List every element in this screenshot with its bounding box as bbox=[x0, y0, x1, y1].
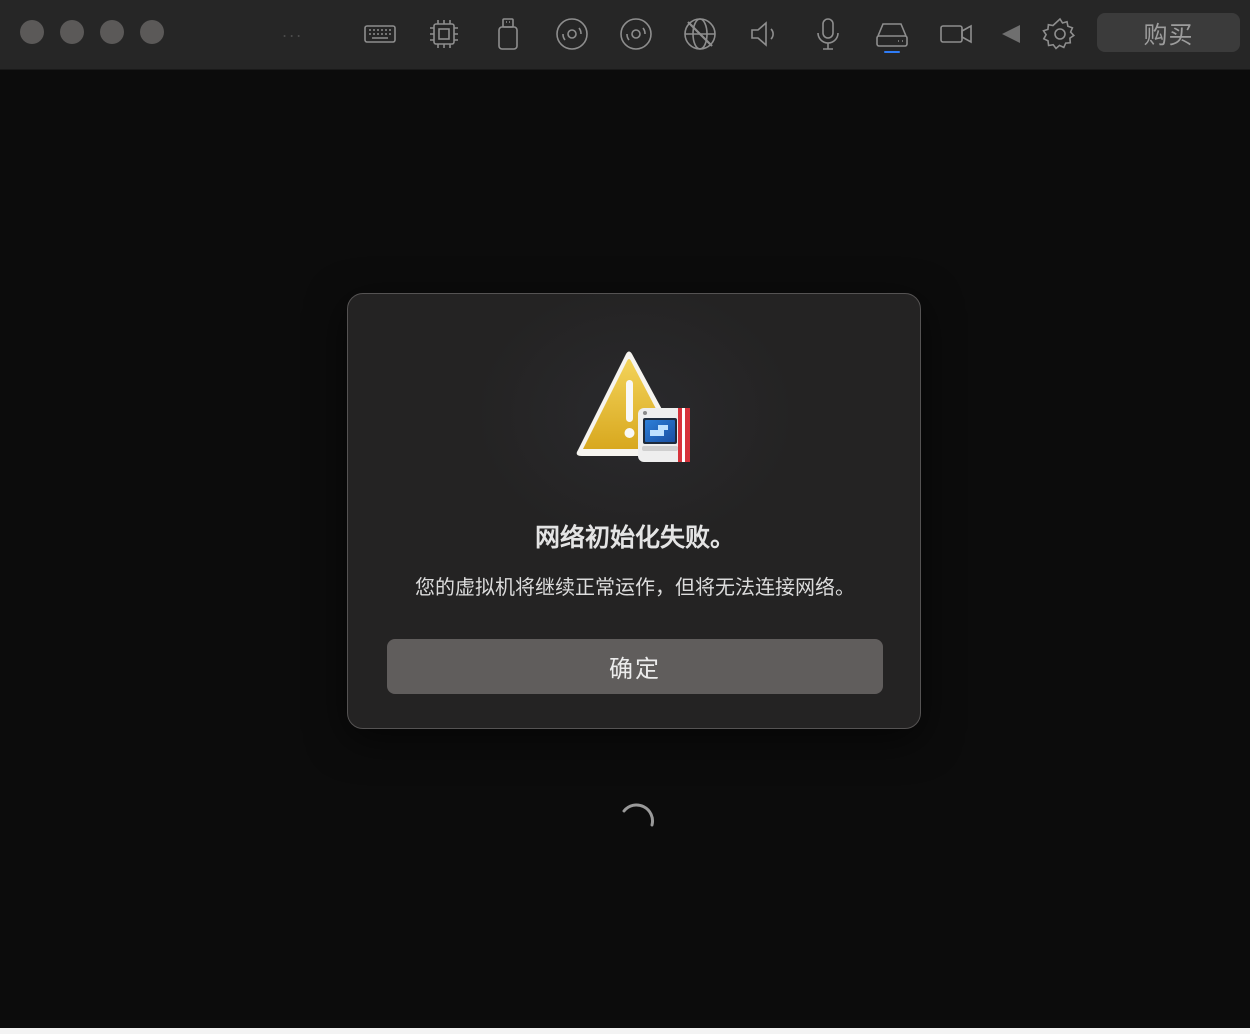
keyboard-button[interactable] bbox=[360, 14, 400, 54]
hard-drive-icon bbox=[876, 23, 908, 47]
active-tool-indicator bbox=[884, 51, 900, 53]
camera-icon bbox=[940, 24, 972, 44]
loading-spinner-icon bbox=[622, 803, 654, 827]
minimize-window-button[interactable] bbox=[60, 20, 84, 44]
play-back-button[interactable] bbox=[990, 14, 1030, 54]
ok-button[interactable]: 确定 bbox=[387, 639, 883, 694]
disc-icon bbox=[556, 18, 588, 50]
keyboard-icon bbox=[364, 25, 396, 43]
play-back-icon bbox=[1002, 25, 1020, 43]
cd-dvd-button-2[interactable] bbox=[616, 14, 656, 54]
window-title: ... bbox=[282, 22, 304, 41]
microphone-button[interactable] bbox=[808, 14, 848, 54]
disc-icon bbox=[620, 18, 652, 50]
speaker-icon bbox=[751, 21, 774, 47]
network-button[interactable] bbox=[680, 14, 720, 54]
toolbar: ... 购买 bbox=[0, 0, 1250, 70]
gear-icon bbox=[1042, 17, 1076, 50]
vm-window: ... 购买 网络初始化失败。 您的虚拟机将继续正常运作，但将无法连接网络。 确… bbox=[0, 0, 1250, 1034]
network-disabled-icon bbox=[684, 18, 716, 50]
fullscreen-window-button[interactable] bbox=[100, 20, 124, 44]
settings-button[interactable] bbox=[1040, 14, 1080, 54]
close-window-button[interactable] bbox=[20, 20, 44, 44]
buy-button[interactable]: 购买 bbox=[1097, 13, 1240, 52]
cd-dvd-button[interactable] bbox=[552, 14, 592, 54]
dialog-message: 您的虚拟机将继续正常运作，但将无法连接网络。 bbox=[415, 575, 855, 599]
extra-window-button[interactable] bbox=[140, 20, 164, 44]
cpu-icon bbox=[430, 20, 458, 48]
usb-button[interactable] bbox=[488, 14, 528, 54]
bottom-strip bbox=[0, 1028, 1250, 1034]
alert-dialog: 网络初始化失败。 您的虚拟机将继续正常运作，但将无法连接网络。 确定 bbox=[347, 293, 921, 729]
hard-drive-button[interactable] bbox=[872, 14, 912, 54]
usb-drive-icon bbox=[498, 18, 518, 50]
dialog-title: 网络初始化失败。 bbox=[534, 523, 735, 552]
camera-button[interactable] bbox=[936, 14, 976, 54]
speaker-button[interactable] bbox=[744, 14, 784, 54]
microphone-icon bbox=[817, 18, 839, 50]
cpu-button[interactable] bbox=[424, 14, 464, 54]
warning-triangle-icon bbox=[576, 351, 690, 462]
